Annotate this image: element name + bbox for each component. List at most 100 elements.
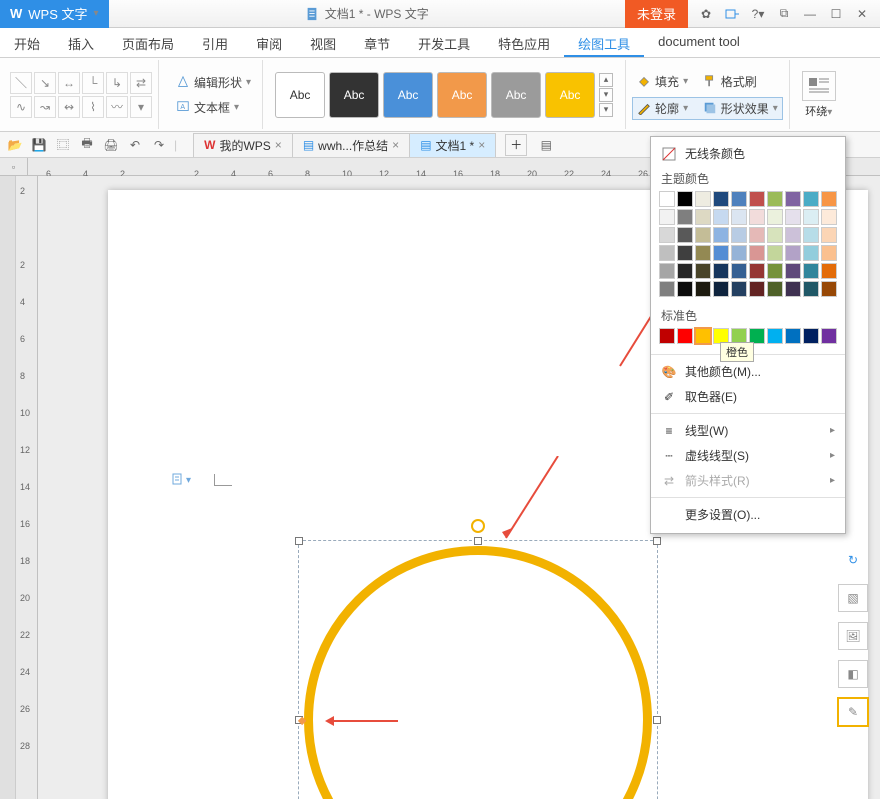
tab-list-icon[interactable]: ▤ — [537, 136, 555, 154]
color-swatch[interactable] — [731, 281, 747, 297]
color-swatch[interactable] — [785, 209, 801, 225]
main-tab-9[interactable]: 绘图工具 — [564, 28, 644, 57]
color-swatch[interactable] — [731, 245, 747, 261]
style-expand-icon[interactable]: ▾ — [599, 103, 613, 117]
color-swatch[interactable] — [713, 245, 729, 261]
std-color-swatch[interactable] — [659, 328, 675, 344]
color-swatch[interactable] — [821, 281, 837, 297]
color-swatch[interactable] — [713, 281, 729, 297]
edit-shape-button[interactable]: 编辑形状▾ — [171, 71, 256, 94]
line-arrow-icon[interactable]: ↘ — [34, 72, 56, 94]
color-swatch[interactable] — [821, 191, 837, 207]
color-swatch[interactable] — [767, 281, 783, 297]
std-color-swatch[interactable] — [767, 328, 783, 344]
main-tab-10[interactable]: document tool — [644, 28, 754, 57]
main-tab-8[interactable]: 特色应用 — [484, 28, 564, 57]
color-swatch[interactable] — [659, 263, 675, 279]
color-swatch[interactable] — [731, 263, 747, 279]
eyedropper-item[interactable]: ✐ 取色器(E) — [651, 384, 845, 409]
resize-handle-e[interactable] — [653, 716, 661, 724]
ruler-corner-icon[interactable]: ▫ — [0, 158, 28, 176]
print-icon[interactable]: 🖶 — [78, 136, 96, 154]
line-weight-item[interactable]: ≡ 线型(W) ▸ — [651, 418, 845, 443]
doc-tab-0[interactable]: W我的WPS× — [193, 133, 293, 157]
color-swatch[interactable] — [713, 209, 729, 225]
color-swatch[interactable] — [659, 191, 675, 207]
style-preset-5[interactable]: Abc — [491, 72, 541, 118]
color-swatch[interactable] — [713, 227, 729, 243]
more-shapes-icon[interactable]: ▾ — [130, 96, 152, 118]
vertical-ruler[interactable]: 2246810121416182022242628 — [16, 176, 38, 799]
resize-handle-n[interactable] — [474, 537, 482, 545]
maximize-button[interactable]: ☐ — [824, 4, 848, 24]
style-scroll-up-icon[interactable]: ▴ — [599, 73, 613, 87]
line-double-arrow-icon[interactable]: ↔ — [58, 72, 80, 94]
minimize-button[interactable]: — — [798, 4, 822, 24]
app-menu-chevron-icon[interactable]: ▾ — [94, 8, 99, 19]
line-shape-icon[interactable]: ＼ — [10, 72, 32, 94]
color-swatch[interactable] — [749, 209, 765, 225]
textbox-button[interactable]: A 文本框▾ — [171, 96, 256, 119]
print-direct-icon[interactable]: 🖨 — [102, 136, 120, 154]
main-tab-6[interactable]: 章节 — [350, 28, 404, 57]
main-tab-4[interactable]: 审阅 — [242, 28, 296, 57]
color-swatch[interactable] — [695, 209, 711, 225]
std-color-swatch[interactable] — [695, 328, 711, 344]
outline-button[interactable]: 轮廓▾ 形状效果▾ — [632, 97, 783, 120]
print-preview-icon[interactable]: ⿴ — [54, 136, 72, 154]
color-swatch[interactable] — [821, 209, 837, 225]
std-color-swatch[interactable] — [677, 328, 693, 344]
main-tab-1[interactable]: 插入 — [54, 28, 108, 57]
doc-tab-2[interactable]: ▤文档1 *× — [409, 133, 496, 157]
fill-button[interactable]: 填充▾ 格式刷 — [632, 70, 783, 93]
no-line-color-item[interactable]: 无线条颜色 — [651, 141, 845, 166]
main-tab-2[interactable]: 页面布局 — [108, 28, 188, 57]
main-tab-7[interactable]: 开发工具 — [404, 28, 484, 57]
color-swatch[interactable] — [731, 191, 747, 207]
wrap-button[interactable]: 环绕▾ — [805, 103, 832, 119]
color-swatch[interactable] — [803, 245, 819, 261]
more-settings-item[interactable]: 更多设置(O)... — [651, 502, 845, 527]
color-swatch[interactable] — [749, 245, 765, 261]
elbow-arrow-icon[interactable]: ↳ — [106, 72, 128, 94]
style-scroll-down-icon[interactable]: ▾ — [599, 88, 613, 102]
color-swatch[interactable] — [659, 281, 675, 297]
line-shapes-gallery[interactable]: ＼ ↘ ↔ └ ↳ ⇄ ∿ ↝ ↭ ⌇ 〰 ▾ — [10, 72, 152, 118]
color-swatch[interactable] — [677, 227, 693, 243]
scribble-icon[interactable]: 〰 — [106, 96, 128, 118]
style-preset-3[interactable]: Abc — [383, 72, 433, 118]
style-preset-4[interactable]: Abc — [437, 72, 487, 118]
color-swatch[interactable] — [821, 263, 837, 279]
wrap-icon[interactable] — [802, 71, 836, 101]
style-preset-6[interactable]: Abc — [545, 72, 595, 118]
color-swatch[interactable] — [785, 191, 801, 207]
color-swatch[interactable] — [659, 209, 675, 225]
resize-handle-nw[interactable] — [295, 537, 303, 545]
style-preset-2[interactable]: Abc — [329, 72, 379, 118]
main-tab-0[interactable]: 开始 — [0, 28, 54, 57]
doc-tab-1[interactable]: ▤wwh...作总结× — [292, 133, 410, 157]
panel-picture-icon[interactable]: 🖼 — [838, 622, 868, 650]
color-swatch[interactable] — [677, 281, 693, 297]
color-swatch[interactable] — [695, 281, 711, 297]
curve-double-arrow-icon[interactable]: ↭ — [58, 96, 80, 118]
resize-handle-ne[interactable] — [653, 537, 661, 545]
redo-icon[interactable]: ↷ — [150, 136, 168, 154]
feedback-icon[interactable] — [720, 4, 744, 24]
color-swatch[interactable] — [821, 227, 837, 243]
color-swatch[interactable] — [749, 263, 765, 279]
panel-fill-icon[interactable]: ▧ — [838, 584, 868, 612]
color-swatch[interactable] — [785, 263, 801, 279]
color-swatch[interactable] — [767, 209, 783, 225]
open-icon[interactable]: 📂 — [6, 136, 24, 154]
skin-icon[interactable]: ✿ — [694, 4, 718, 24]
style-preset-1[interactable]: Abc — [275, 72, 325, 118]
panel-outline-icon[interactable]: ✎ — [838, 698, 868, 726]
color-swatch[interactable] — [749, 191, 765, 207]
curve-arrow-icon[interactable]: ↝ — [34, 96, 56, 118]
format-painter-button[interactable]: 格式刷 — [721, 73, 757, 90]
new-tab-button[interactable]: ＋ — [505, 134, 527, 156]
color-swatch[interactable] — [803, 209, 819, 225]
panel-effects-icon[interactable]: ◧ — [838, 660, 868, 688]
color-swatch[interactable] — [659, 227, 675, 243]
